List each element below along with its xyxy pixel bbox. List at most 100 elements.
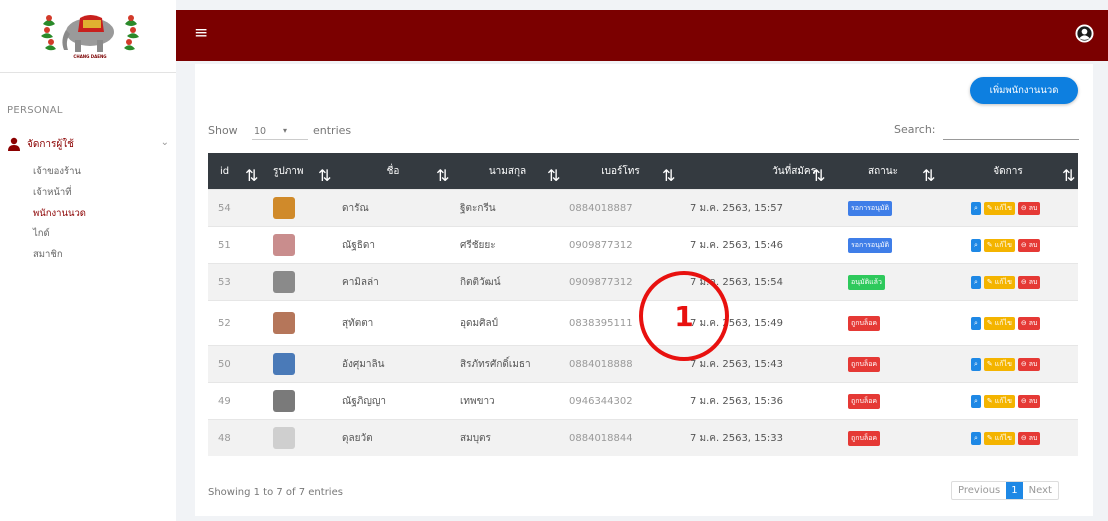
column-header[interactable]: เบอร์โทร — [575, 153, 666, 189]
cell-last-name: ฐิตะกรีน — [460, 202, 496, 214]
entries-value: 10 — [254, 126, 267, 137]
chang-daeng-massage-logo[interactable]: CHANG DAENG — [35, 6, 145, 62]
delete-button[interactable]: ⊖ ลบ — [1017, 201, 1041, 215]
view-button[interactable]: ⌕ — [971, 357, 981, 371]
next-page-button[interactable]: Next — [1023, 482, 1058, 499]
delete-button[interactable]: ⊖ ลบ — [1017, 275, 1041, 289]
minus-circle-icon: ⊖ — [1020, 278, 1027, 286]
table-row: 54 ดารัณ ฐิตะกรีน 0884018887 7 ม.ค. 2563, 15… — [208, 189, 1078, 226]
user-circle-icon[interactable] — [1075, 24, 1094, 43]
page-1-button[interactable]: 1 — [1006, 482, 1023, 499]
previous-page-button[interactable]: Previous — [952, 482, 1006, 499]
delete-label: ลบ — [1028, 359, 1038, 368]
view-button[interactable]: ⌕ — [971, 201, 981, 215]
row-actions: ⌕ ✎ แก้ไข ⊖ ลบ — [971, 275, 1041, 289]
cell-actions: ⌕ ✎ แก้ไข ⊖ ลบ — [971, 346, 1071, 382]
table-header: id ⇅ รูปภาพ ⇅ ชื่อ ⇅ นามสกุล ⇅ เบอร์โทร ⇅ วันที่สม… — [208, 153, 1078, 189]
profile-photo[interactable] — [273, 234, 295, 256]
cell-first-name: อังศุมาลิน — [342, 358, 385, 370]
search-label: Search: — [894, 123, 936, 136]
edit-label: แก้ไข — [994, 203, 1012, 212]
sort-icon: ⇅ — [436, 166, 450, 185]
delete-button[interactable]: ⊖ ลบ — [1017, 357, 1041, 371]
cell-actions: ⌕ ✎ แก้ไข ⊖ ลบ — [971, 190, 1071, 226]
delete-button[interactable]: ⊖ ลบ — [1017, 316, 1041, 330]
delete-button[interactable]: ⊖ ลบ — [1017, 394, 1041, 408]
cell-first-name: ณัฐธิดา — [342, 239, 376, 251]
table-row: 49 ณัฐภิญญา เทพขาว 0946344302 7 ม.ค. 2563, 1… — [208, 382, 1078, 419]
delete-button[interactable]: ⊖ ลบ — [1017, 238, 1041, 252]
cell-actions: ⌕ ✎ แก้ไข ⊖ ลบ — [971, 383, 1071, 419]
sidebar-item-member[interactable]: สมาชิก — [33, 247, 63, 262]
cell-phone: 0884018887 — [569, 202, 633, 214]
sort-icon: ⇅ — [812, 166, 826, 185]
cell-first-name: สุทัตตา — [342, 317, 374, 329]
sidebar-item-guide[interactable]: ไกด์ — [33, 226, 50, 241]
sidebar: CHANG DAENG PERSONAL จัดการผู้ใช้ ⌄ เจ้า… — [0, 0, 176, 521]
cell-photo — [273, 190, 313, 226]
profile-photo[interactable] — [273, 427, 295, 449]
row-actions: ⌕ ✎ แก้ไข ⊖ ลบ — [971, 201, 1041, 215]
hamburger-icon[interactable]: ≡ — [194, 25, 208, 42]
pencil-icon: ✎ — [986, 204, 993, 212]
column-header[interactable]: นามสกุล — [464, 153, 551, 189]
profile-photo[interactable] — [273, 312, 295, 334]
delete-label: ลบ — [1028, 396, 1038, 405]
column-header[interactable]: วันที่สมัคร — [690, 153, 816, 189]
cell-actions: ⌕ ✎ แก้ไข ⊖ ลบ — [971, 420, 1071, 456]
column-header[interactable]: ชื่อ — [346, 153, 440, 189]
pencil-icon: ✎ — [986, 319, 993, 327]
entries-length-select[interactable]: 10 ▾ — [252, 124, 308, 140]
annotation-circle-marker: 1 — [639, 271, 729, 361]
edit-button[interactable]: ✎ แก้ไข — [983, 357, 1015, 371]
cell-status: ถูกบล็อค — [848, 301, 938, 345]
edit-button[interactable]: ✎ แก้ไข — [983, 238, 1015, 252]
cell-register-date: 7 ม.ค. 2563, 15:36 — [690, 395, 783, 407]
edit-button[interactable]: ✎ แก้ไข — [983, 394, 1015, 408]
edit-button[interactable]: ✎ แก้ไข — [983, 431, 1015, 445]
sidebar-item-staff[interactable]: เจ้าหน้าที่ — [33, 185, 72, 200]
delete-label: ลบ — [1028, 318, 1038, 327]
delete-label: ลบ — [1028, 240, 1038, 249]
sidebar-item-owner[interactable]: เจ้าของร้าน — [33, 164, 81, 179]
view-button[interactable]: ⌕ — [971, 394, 981, 408]
cell-first-name: ดารัณ — [342, 202, 369, 214]
column-header-label: จัดการ — [993, 165, 1023, 177]
column-header[interactable]: สถานะ — [840, 153, 926, 189]
edit-button[interactable]: ✎ แก้ไข — [983, 275, 1015, 289]
search-input[interactable] — [943, 125, 1079, 140]
minus-circle-icon: ⊖ — [1020, 319, 1027, 327]
profile-photo[interactable] — [273, 353, 295, 375]
pencil-icon: ✎ — [986, 278, 993, 286]
column-header-label: เบอร์โทร — [601, 165, 640, 177]
cell-first-name: ณัฐภิญญา — [342, 395, 387, 407]
column-header[interactable]: รูปภาพ — [273, 153, 322, 189]
edit-label: แก้ไข — [994, 240, 1012, 249]
sort-icon: ⇅ — [547, 166, 561, 185]
chevron-down-icon: ⌄ — [160, 137, 169, 148]
profile-photo[interactable] — [273, 271, 295, 293]
cell-last-name: เทพขาว — [460, 395, 495, 407]
add-masseuse-button[interactable]: เพิ่มพนักงานนวด — [970, 77, 1078, 104]
profile-photo[interactable] — [273, 197, 295, 219]
edit-button[interactable]: ✎ แก้ไข — [983, 316, 1015, 330]
delete-button[interactable]: ⊖ ลบ — [1017, 431, 1041, 445]
profile-photo[interactable] — [273, 390, 295, 412]
cell-status: ถูกบล็อค — [848, 420, 938, 456]
pagination: Previous 1 Next — [951, 481, 1059, 500]
status-badge: ถูกบล็อค — [848, 393, 881, 409]
table-info: Showing 1 to 7 of 7 entries — [208, 487, 343, 498]
view-button[interactable]: ⌕ — [971, 275, 981, 289]
delete-label: ลบ — [1028, 433, 1038, 442]
sidebar-menu-user-management[interactable]: จัดการผู้ใช้ ⌄ — [7, 135, 169, 153]
view-button[interactable]: ⌕ — [971, 431, 981, 445]
column-header[interactable]: จัดการ — [950, 153, 1066, 189]
edit-button[interactable]: ✎ แก้ไข — [983, 201, 1015, 215]
delete-label: ลบ — [1028, 203, 1038, 212]
view-button[interactable]: ⌕ — [971, 316, 981, 330]
cell-photo — [273, 383, 313, 419]
sidebar-item-masseuse[interactable]: พนักงานนวด — [33, 206, 86, 221]
cell-status: ถูกบล็อค — [848, 346, 938, 382]
view-button[interactable]: ⌕ — [971, 238, 981, 252]
cell-photo — [273, 227, 313, 263]
